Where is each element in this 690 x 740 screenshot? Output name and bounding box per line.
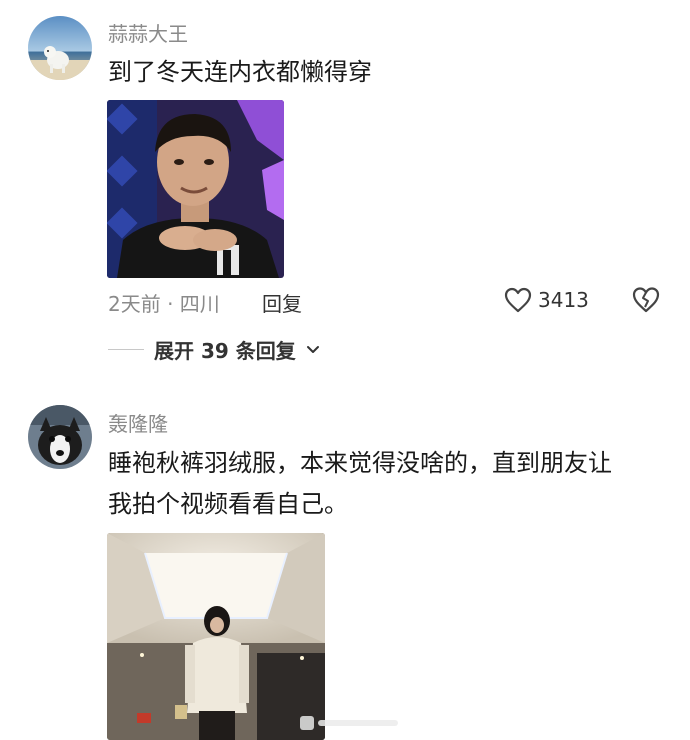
comment-text-line-2: 我拍个视频看看自己。 — [108, 490, 348, 518]
comment-text-line-1: 睡袍秋裤羽绒服，本来觉得没啥的，直到朋友让 — [108, 449, 612, 477]
watermark-logo-icon — [300, 716, 398, 730]
watermark — [300, 712, 400, 734]
avatar-user-2[interactable] — [28, 405, 92, 469]
username[interactable]: 轰隆隆 — [108, 408, 168, 437]
comment-image[interactable] — [107, 533, 325, 740]
room-photo — [107, 533, 325, 740]
avatar-image — [28, 405, 92, 469]
comment-2: 轰隆隆 睡袍秋裤羽绒服，本来觉得没啥的，直到朋友让 我拍个视频看看自己。 — [0, 0, 690, 740]
